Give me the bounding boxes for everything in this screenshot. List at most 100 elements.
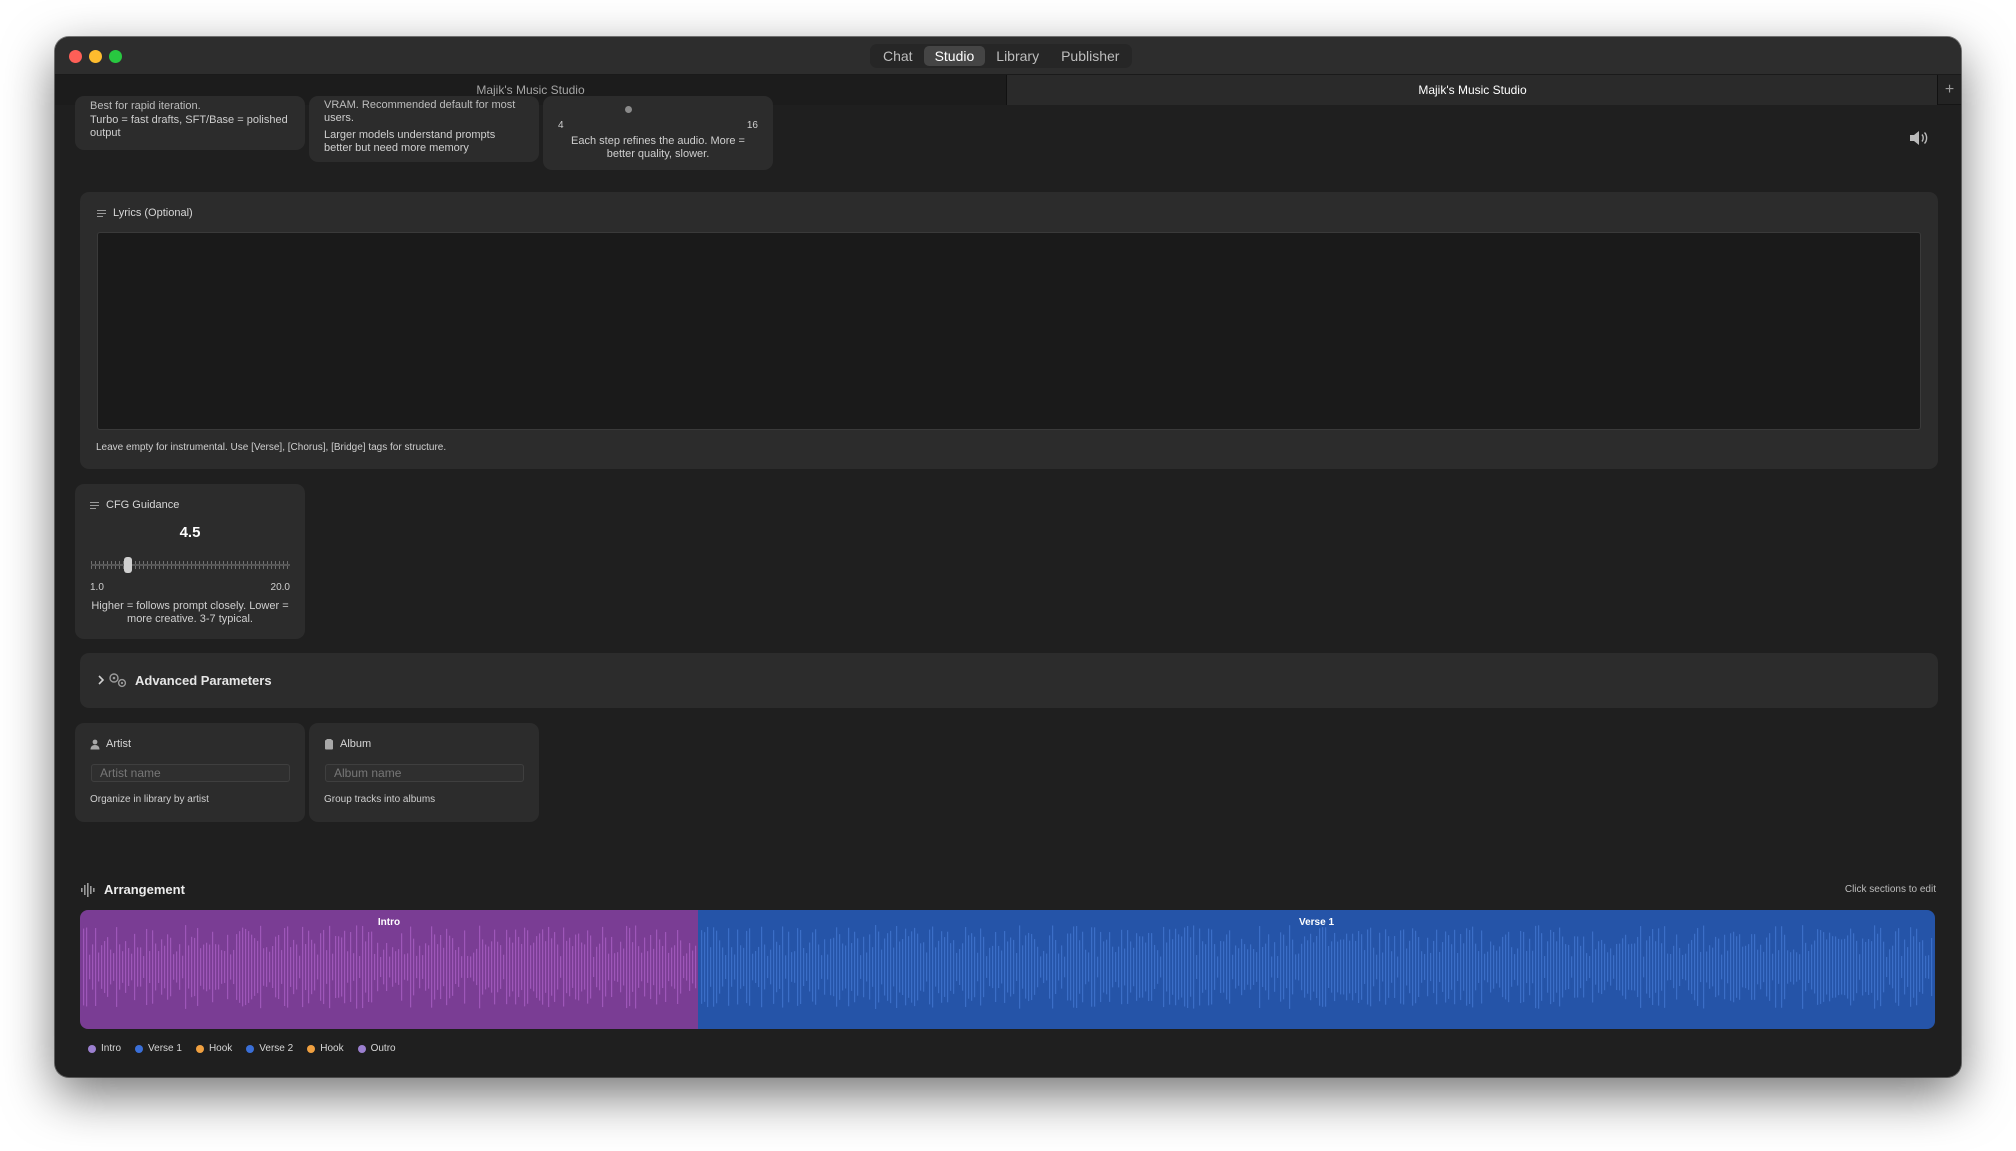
waveform-bar (1280, 932, 1282, 1002)
waveform-bar (1190, 937, 1192, 997)
waveform-bar (1430, 952, 1432, 982)
title-bar: Chat Studio Library Publisher (55, 37, 1961, 75)
waveform-bar (1700, 951, 1702, 983)
waveform-bar (251, 934, 253, 1000)
lyrics-textarea[interactable] (97, 232, 1921, 430)
waveform-bar (1181, 936, 1183, 998)
waveform-bar (1727, 950, 1729, 984)
waveform-bar (860, 955, 862, 979)
waveform-bar (1571, 956, 1573, 978)
waveform-bar (770, 949, 772, 985)
waveform-bar (1106, 939, 1108, 995)
waveform-bar (500, 945, 502, 989)
waveform-bar (731, 947, 733, 987)
waveform-bar (242, 927, 244, 1007)
waveform-bar (767, 955, 769, 979)
lyrics-help: Leave empty for instrumental. Use [Verse… (96, 442, 447, 453)
waveform-bar (1355, 940, 1357, 994)
waveform-bar (1823, 932, 1825, 1002)
waveform-bar (1835, 936, 1837, 998)
legend-dot (195, 1044, 204, 1053)
waveform-bar (1118, 946, 1120, 988)
arrangement-section-verse-1[interactable]: Verse 1 (698, 910, 1935, 1029)
waveform-bar (1076, 926, 1078, 1008)
waveform-bar (1148, 932, 1150, 1002)
new-tab-button[interactable]: + (1937, 75, 1961, 105)
waveform-bar (680, 940, 682, 994)
waveform-bar (1535, 925, 1537, 1009)
waveform-bar (1262, 946, 1264, 988)
waveform-bar (1247, 949, 1249, 985)
waveform-bar (722, 947, 724, 987)
waveform-bar (377, 942, 379, 992)
waveform-bar (1568, 944, 1570, 990)
waveform-bar (983, 936, 985, 998)
album-help: Group tracks into albums (324, 794, 436, 805)
waveform-bar (629, 927, 631, 1007)
waveform-bar (140, 947, 142, 987)
waveform-bar (1634, 943, 1636, 991)
waveform-bar (1931, 937, 1933, 997)
waveform-bar (1667, 953, 1669, 981)
cfg-slider-track[interactable] (91, 564, 290, 566)
model-type-clipped-text: Best for rapid iteration. (90, 100, 201, 112)
tab-library[interactable]: Library (985, 46, 1050, 66)
studio-content[interactable]: Best for rapid iteration. Turbo = fast d… (55, 96, 1961, 1077)
waveform-bar (1343, 939, 1345, 995)
minimize-window-button[interactable] (89, 50, 102, 63)
waveform-bar (245, 928, 247, 1006)
advanced-parameters-disclosure[interactable]: Advanced Parameters (80, 653, 1938, 708)
artist-help: Organize in library by artist (90, 794, 209, 805)
waveform-bar (125, 941, 127, 993)
document-tab-active[interactable]: Majik's Music Studio (1007, 75, 1938, 105)
waveform-bar (1817, 929, 1819, 1005)
waveform-bar (569, 937, 571, 997)
tab-chat[interactable]: Chat (872, 46, 924, 66)
waveform-bar (755, 951, 757, 983)
tab-studio[interactable]: Studio (923, 46, 986, 66)
waveform-bar (650, 934, 652, 1000)
waveform-bar (1883, 941, 1885, 993)
lyrics-label: Lyrics (Optional) (113, 207, 193, 219)
artist-name-input[interactable] (91, 764, 290, 782)
waveform-bar (977, 952, 979, 982)
waveform-bar (1904, 939, 1906, 995)
waveform-bar (491, 941, 493, 993)
tab-publisher[interactable]: Publisher (1050, 46, 1130, 66)
waveform-bar (1889, 949, 1891, 985)
waveform-bar (371, 931, 373, 1003)
gears-icon (108, 672, 128, 688)
waveform-bar (278, 935, 280, 999)
waveform-bar (1061, 945, 1063, 989)
waveform-bar (800, 929, 802, 1005)
close-window-button[interactable] (69, 50, 82, 63)
waveform-bar (1265, 943, 1267, 991)
arrangement-section-intro[interactable]: Intro (80, 910, 698, 1029)
waveform-bar (1037, 946, 1039, 988)
advanced-parameters-label[interactable]: Advanced Parameters (135, 673, 272, 688)
waveform-bar (941, 931, 943, 1003)
model-size-clipped-text-1: VRAM. Recommended default for most (324, 99, 516, 111)
legend-dot (307, 1044, 316, 1053)
waveform-bar (1907, 947, 1909, 987)
waveform-bar (1799, 954, 1801, 980)
waveform-bar (1547, 941, 1549, 993)
speaker-icon[interactable] (1908, 130, 1930, 146)
waveform-bar (935, 947, 937, 987)
waveform-bar (1445, 931, 1447, 1003)
maximize-window-button[interactable] (109, 50, 122, 63)
waveform-bar (1313, 942, 1315, 992)
steps-slider-thumb[interactable] (625, 106, 632, 113)
waveform-bar (1652, 929, 1654, 1005)
waveform-bar (929, 929, 931, 1005)
waveform-bar (344, 930, 346, 1004)
waveform-bar (1298, 953, 1300, 981)
waveform-bar (422, 955, 424, 979)
mode-switcher: Chat Studio Library Publisher (870, 44, 1133, 68)
waveform-bar (980, 928, 982, 1006)
waveform-bar (1283, 934, 1285, 1000)
waveform-bar (563, 927, 565, 1007)
album-name-input[interactable] (325, 764, 524, 782)
cfg-slider-thumb[interactable] (124, 557, 132, 573)
waveform-bar (1802, 925, 1804, 1009)
